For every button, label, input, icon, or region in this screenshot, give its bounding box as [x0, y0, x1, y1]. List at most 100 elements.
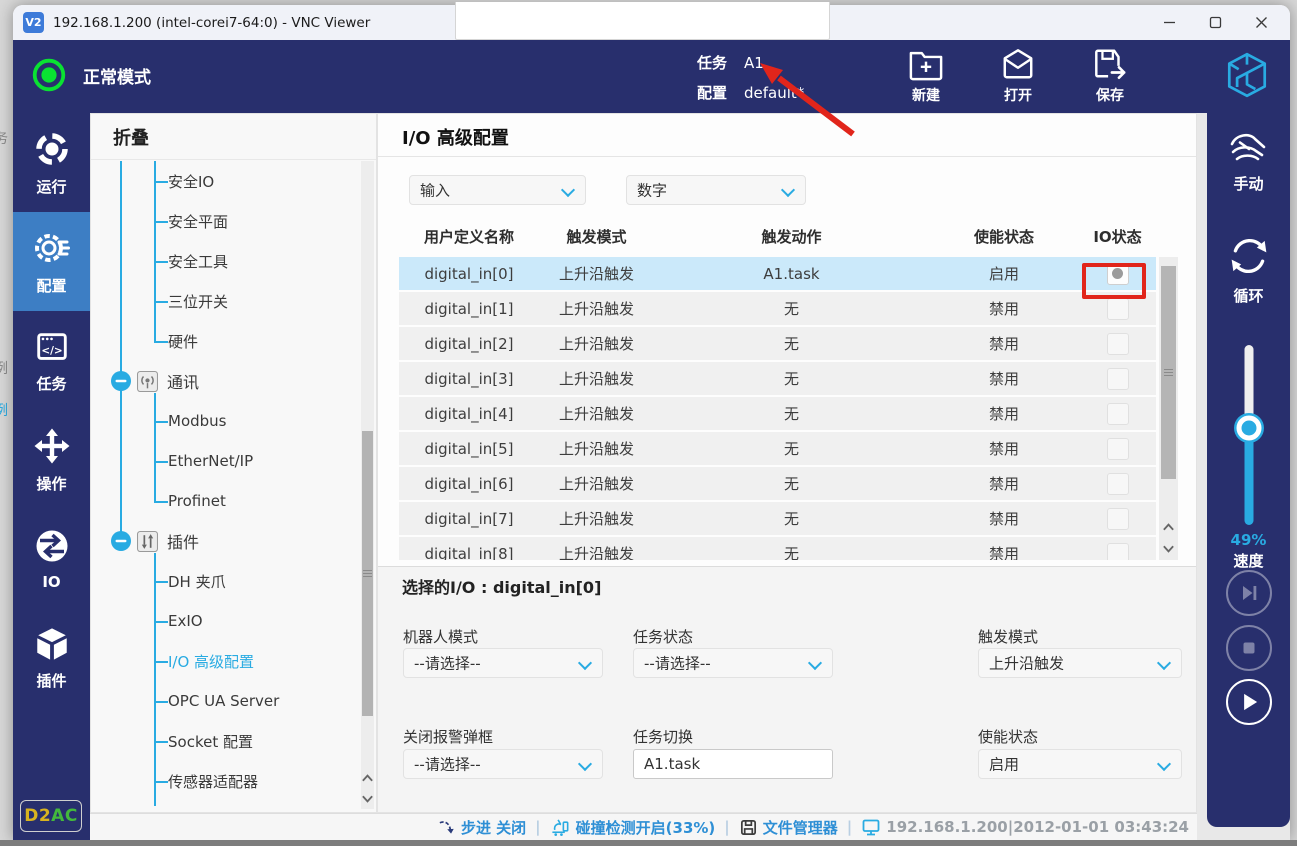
- close-alarm-popup-label: 关闭报警弹框: [403, 726, 493, 747]
- io-advanced-config-panel: I/O 高级配置 输入 数字 用户定义名称触发模式触发动作使能状态IO状态 di…: [377, 113, 1197, 813]
- tree-item-exio[interactable]: ExIO: [91, 601, 376, 641]
- sidebar-item-task[interactable]: </>任务: [13, 311, 90, 410]
- cell-name: digital_in[0]: [399, 265, 539, 283]
- config-tree-panel: 折叠 安全IO 安全平面安全工具三位开关硬件通讯ModbusEtherNet/IP…: [90, 113, 377, 813]
- tree-item-hardware[interactable]: 硬件: [91, 321, 376, 361]
- close-button[interactable]: [1238, 5, 1284, 40]
- table-scrollbar[interactable]: [1159, 257, 1178, 560]
- status-bar: 步进 关闭 | 碰撞检测开启(33%) | 文件管理器 | 192.168.1.…: [90, 813, 1197, 840]
- table-scroll-up-button[interactable]: [1159, 516, 1178, 537]
- step-mode-status[interactable]: 步进 关闭: [437, 817, 526, 838]
- app-header: 正常模式 任务 A1 配置 default* 新建打开保存: [13, 40, 1290, 113]
- sidebar-item-operate[interactable]: 操作: [13, 410, 90, 509]
- tree-item-three-pos-switch[interactable]: 三位开关: [91, 281, 376, 321]
- tree-item-label: 三位开关: [168, 291, 228, 312]
- cell-trigger_action: 无: [654, 403, 929, 424]
- sidebar-item-io[interactable]: IO: [13, 509, 90, 608]
- chevron-down-icon: [808, 656, 822, 670]
- table-scroll-down-button[interactable]: [1159, 538, 1178, 559]
- trigger-mode-value: 上升沿触发: [989, 653, 1064, 674]
- robot-mode-select[interactable]: --请选择--: [403, 648, 603, 678]
- table-row-digital-in-4[interactable]: digital_in[4]上升沿触发无禁用: [399, 397, 1156, 430]
- tree-item-modbus[interactable]: Modbus: [91, 401, 376, 441]
- open-button[interactable]: 打开: [990, 47, 1046, 105]
- minus-circle-icon: [110, 370, 132, 392]
- table-row-digital-in-1[interactable]: digital_in[1]上升沿触发无禁用: [399, 292, 1156, 325]
- tree-item-socket-config[interactable]: Socket 配置: [91, 721, 376, 761]
- io-state-indicator: [1107, 438, 1129, 460]
- tree-item-communication[interactable]: 通讯: [91, 361, 376, 401]
- tree-item-ethernet-ip[interactable]: EtherNet/IP: [91, 441, 376, 481]
- save-button[interactable]: 保存: [1082, 47, 1138, 105]
- cell-name: digital_in[4]: [399, 405, 539, 423]
- tree-item-label: 安全平面: [168, 211, 228, 232]
- table-row-digital-in-7[interactable]: digital_in[7]上升沿触发无禁用: [399, 502, 1156, 535]
- cell-trigger_action: 无: [654, 333, 929, 354]
- cell-enable: 禁用: [929, 298, 1079, 319]
- tree: 安全IO 安全平面安全工具三位开关硬件通讯ModbusEtherNet/IPPro…: [91, 161, 376, 812]
- d2ac-badge[interactable]: D2AC: [20, 800, 82, 832]
- file-manager-button[interactable]: 文件管理器: [739, 817, 838, 838]
- tree-item-dh-gripper[interactable]: DH 夹爪: [91, 561, 376, 601]
- sidebar-item-plugin[interactable]: 插件: [13, 608, 90, 707]
- sidebar-item-run[interactable]: 运行: [13, 113, 90, 212]
- tree-collapse-header[interactable]: 折叠: [91, 114, 376, 160]
- separator: |: [535, 818, 540, 836]
- maximize-icon: [1209, 16, 1222, 29]
- tree-item-opc-ua-server[interactable]: OPC UA Server: [91, 681, 376, 721]
- io-direction-value: 输入: [420, 180, 450, 201]
- header-actions: 新建打开保存: [898, 47, 1138, 105]
- table-row-digital-in-6[interactable]: digital_in[6]上升沿触发无禁用: [399, 467, 1156, 500]
- table-row-digital-in-8[interactable]: digital_in[8]上升沿触发无禁用: [399, 537, 1156, 560]
- table-row-digital-in-0[interactable]: digital_in[0]上升沿触发A1.task启用: [399, 257, 1156, 290]
- cell-io-state: [1079, 438, 1156, 460]
- task-state-select[interactable]: --请选择--: [633, 648, 833, 678]
- new-button[interactable]: 新建: [898, 47, 954, 105]
- close-alarm-popup-select[interactable]: --请选择--: [403, 749, 603, 779]
- separator: |: [724, 818, 729, 836]
- tree-scroll-up-button[interactable]: [361, 767, 374, 788]
- tree-item-safety-tool[interactable]: 安全工具: [91, 241, 376, 281]
- table-row-digital-in-3[interactable]: digital_in[3]上升沿触发无禁用: [399, 362, 1156, 395]
- tree-item-io-advanced-config[interactable]: I/O 高级配置: [91, 641, 376, 681]
- tree-scrollbar[interactable]: [361, 161, 374, 809]
- cell-enable: 禁用: [929, 508, 1079, 529]
- loop-icon: [1226, 233, 1272, 279]
- manual-label: 手动: [1233, 173, 1263, 194]
- task-switch-input[interactable]: A1.task: [633, 749, 833, 779]
- chevron-down-icon: [1157, 656, 1171, 670]
- speed-slider-handle[interactable]: [1236, 416, 1261, 441]
- io-direction-select[interactable]: 输入: [409, 175, 586, 205]
- collision-detection-status[interactable]: 碰撞检测开启(33%): [550, 817, 716, 838]
- task-label: 任务: [697, 52, 727, 73]
- table-row-digital-in-5[interactable]: digital_in[5]上升沿触发无禁用: [399, 432, 1156, 465]
- sidebar-item-config[interactable]: 配置: [13, 212, 90, 311]
- sidebar-item-label: 任务: [36, 373, 66, 394]
- tree-item-safety-io[interactable]: 安全IO: [91, 161, 376, 201]
- enable-state-select[interactable]: 启用: [978, 749, 1182, 779]
- tree-item-plugin[interactable]: 插件: [91, 521, 376, 561]
- trigger-mode-select[interactable]: 上升沿触发: [978, 648, 1182, 678]
- play-button[interactable]: [1226, 679, 1272, 725]
- tree-scroll-down-button[interactable]: [361, 788, 374, 809]
- table-scrollbar-handle[interactable]: [1161, 266, 1176, 479]
- tree-item-label: 插件: [167, 529, 199, 553]
- tree-scrollbar-handle[interactable]: [362, 431, 373, 716]
- minimize-button[interactable]: [1146, 5, 1192, 40]
- cell-io-state: [1079, 543, 1156, 561]
- tree-item-profinet[interactable]: Profinet: [91, 481, 376, 521]
- table-row-digital-in-2[interactable]: digital_in[2]上升沿触发无禁用: [399, 327, 1156, 360]
- io-type-select[interactable]: 数字: [626, 175, 806, 205]
- cell-trigger_mode: 上升沿触发: [539, 403, 654, 424]
- stop-button[interactable]: [1226, 625, 1272, 671]
- loop-mode-button[interactable]: 循环: [1207, 233, 1290, 306]
- cell-io-state: [1079, 508, 1156, 530]
- manual-mode-button[interactable]: 手动: [1207, 129, 1290, 194]
- tree-item-safety-plane[interactable]: 安全平面: [91, 201, 376, 241]
- cell-io-state: [1079, 298, 1156, 320]
- right-sidebar: 手动 循环 49% 速度: [1207, 113, 1290, 827]
- maximize-button[interactable]: [1192, 5, 1238, 40]
- tree-item-sensor-adapter[interactable]: 传感器适配器: [91, 761, 376, 801]
- step-next-button[interactable]: [1226, 570, 1272, 616]
- cell-enable: 禁用: [929, 403, 1079, 424]
